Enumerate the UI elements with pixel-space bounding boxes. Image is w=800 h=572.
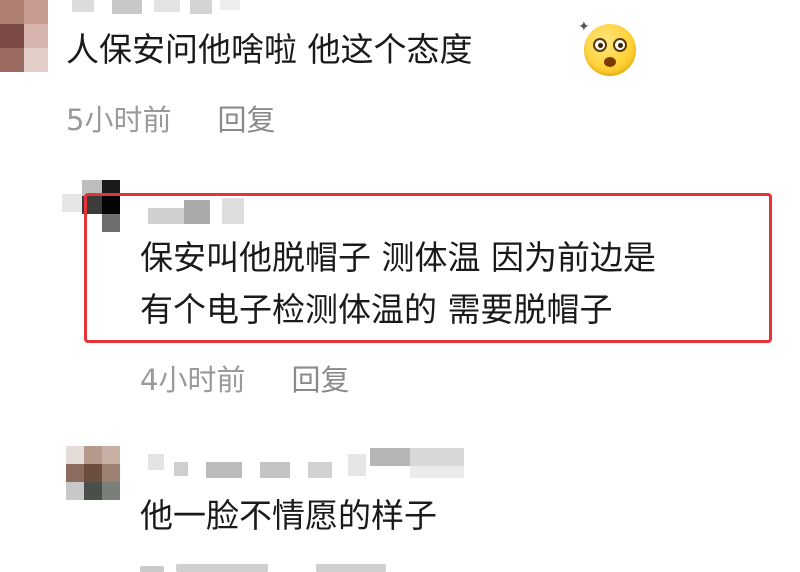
username-blurred[interactable] xyxy=(72,0,242,14)
comment-text: 他一脸不情愿的样子 xyxy=(140,496,437,535)
comment-text: 人保安问他啥啦 他这个态度 xyxy=(66,30,473,69)
comment-meta: 4小时前 回复 xyxy=(140,362,349,398)
comment-text-line-1: 保安叫他脱帽子 测体温 因为前边是 xyxy=(140,238,656,277)
comment-meta: 5小时前 回复 xyxy=(66,102,275,138)
reply-button[interactable]: 回复 xyxy=(291,363,349,397)
username-blurred[interactable] xyxy=(148,448,468,482)
avatar-blurred[interactable] xyxy=(0,0,48,72)
timestamp: 4小时前 xyxy=(140,363,246,397)
comment-text-line-2: 有个电子检测体温的 需要脱帽子 xyxy=(140,290,613,329)
avatar-blurred[interactable] xyxy=(66,446,120,500)
reply-button[interactable]: 回复 xyxy=(217,103,275,137)
comment-meta-cutoff xyxy=(140,564,400,572)
timestamp: 5小时前 xyxy=(66,103,172,137)
shocked-face-emoji: ✦ xyxy=(578,20,636,76)
